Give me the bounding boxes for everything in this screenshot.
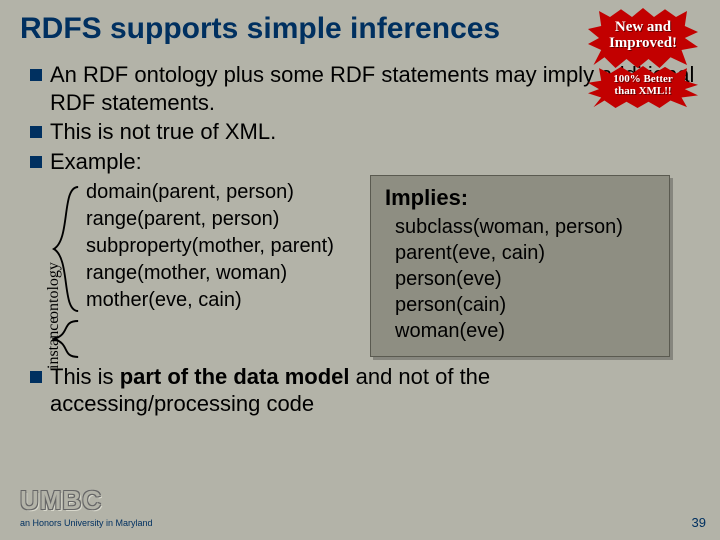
implies-line: parent(eve, cain) xyxy=(395,240,655,266)
implies-line: person(cain) xyxy=(395,292,655,318)
bullet-marker-icon xyxy=(30,69,42,81)
example-columns: ontology instance domain(parent, person)… xyxy=(30,179,700,357)
implies-line: woman(eve) xyxy=(395,318,655,344)
umbc-logo: UMBC xyxy=(20,485,153,516)
ontology-line: range(mother, woman) xyxy=(86,260,350,287)
bullet-4: This is part of the data model and not o… xyxy=(30,363,700,418)
bullet-2-text: This is not true of XML. xyxy=(50,118,700,146)
page-number: 39 xyxy=(692,515,706,530)
implies-box: Implies: subclass(woman, person) parent(… xyxy=(370,175,670,357)
implies-title: Implies: xyxy=(385,184,655,212)
implies-line: subclass(woman, person) xyxy=(395,214,655,240)
slide: RDFS supports simple inferences New and … xyxy=(0,0,720,540)
instance-line: mother(eve, cain) xyxy=(86,287,350,314)
bullet-3-text: Example: xyxy=(50,148,700,176)
tagline: an Honors University in Maryland xyxy=(20,518,153,528)
footer: UMBC an Honors University in Maryland xyxy=(20,485,153,528)
burst-better-than-xml: 100% Better than XML!! xyxy=(588,66,698,108)
bullet-marker-icon xyxy=(30,371,42,383)
burst2-line1: 100% Better xyxy=(613,73,673,85)
burst2-line2: than XML!! xyxy=(614,85,671,97)
ontology-line: domain(parent, person) xyxy=(86,179,350,206)
bullet-4-bold: part of the data model xyxy=(120,364,350,389)
burst-new-improved: New and Improved! xyxy=(588,8,698,68)
burst1-line1: New and xyxy=(615,19,671,35)
brace-instance-icon xyxy=(52,319,80,359)
ontology-line: subproperty(mother, parent) xyxy=(86,233,350,260)
brace-ontology-icon xyxy=(52,185,80,313)
burst-text: New and Improved! xyxy=(588,8,698,52)
implies-lines: subclass(woman, person) parent(eve, cain… xyxy=(385,214,655,344)
burst2-text: 100% Better than XML!! xyxy=(588,66,698,97)
bullet-marker-icon xyxy=(30,156,42,168)
implies-line: person(eve) xyxy=(395,266,655,292)
bullet-4-text: This is part of the data model and not o… xyxy=(50,363,700,418)
title-row: RDFS supports simple inferences New and … xyxy=(20,12,700,45)
ontology-line: range(parent, person) xyxy=(86,206,350,233)
bullet-marker-icon xyxy=(30,126,42,138)
bullet-2: This is not true of XML. xyxy=(30,118,700,146)
slide-title: RDFS supports simple inferences xyxy=(20,12,581,45)
burst1-line2: Improved! xyxy=(609,35,677,51)
bullet-3: Example: xyxy=(30,148,700,176)
assertions-column: ontology instance domain(parent, person)… xyxy=(30,179,350,357)
